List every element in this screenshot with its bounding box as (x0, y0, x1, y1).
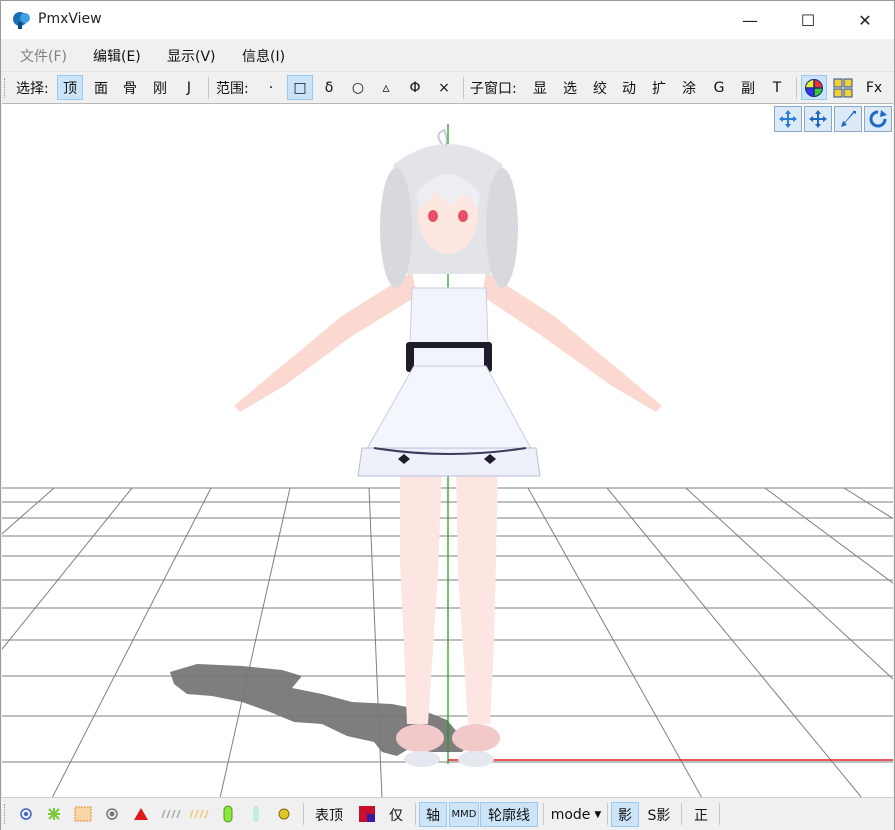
bottom-toolbar-grip[interactable] (4, 804, 7, 824)
select-joint-button[interactable]: J (176, 75, 202, 100)
range-phi-button[interactable]: Φ (402, 75, 428, 100)
menu-info[interactable]: 信息(I) (242, 46, 285, 66)
joint-icon[interactable] (246, 804, 266, 824)
toolbar-grip[interactable] (4, 78, 7, 98)
subwindow-select-button[interactable]: 选 (557, 75, 583, 100)
app-window: PmxView — ☐ ✕ 文件(F) 编辑(E) 显示(V) 信息(I) 选择… (0, 0, 895, 830)
range-clear-button[interactable]: × (431, 75, 457, 100)
toolbar-separator (463, 77, 464, 99)
range-rect-button[interactable]: □ (287, 75, 313, 100)
outline-toggle-button[interactable]: 轮廓线 (480, 802, 538, 827)
subwindow-t-button[interactable]: T (764, 75, 790, 100)
menu-view[interactable]: 显示(V) (167, 46, 216, 66)
range-label: 范围: (216, 81, 249, 97)
select-label: 选择: (16, 81, 49, 97)
rotate-view-icon (869, 110, 887, 128)
range-delta-button[interactable]: δ (316, 75, 342, 100)
select-rigid-button[interactable]: 刚 (147, 75, 173, 100)
subwindow-sub-button[interactable]: 副 (735, 75, 761, 100)
scene-canvas (2, 124, 893, 797)
subwindow-label: 子窗口: (470, 81, 517, 97)
pmxview-logo-icon (13, 12, 30, 29)
range-point-button[interactable]: · (258, 75, 284, 100)
vertex-icon[interactable] (16, 804, 36, 824)
main-toolbar: 选择: 顶 面 骨 刚 J 范围: · □ δ ○ ▵ Φ × 子窗口: 显 选… (1, 71, 894, 103)
mesh-icon[interactable] (44, 804, 64, 824)
triangle-icon[interactable] (131, 804, 151, 824)
pan-view-button[interactable] (804, 106, 832, 132)
bottom-separator (303, 803, 304, 825)
bone-icon[interactable] (102, 804, 122, 824)
zoom-view-icon (841, 111, 856, 127)
range-circle-button[interactable]: ○ (345, 75, 371, 100)
dropdown-arrow-icon: ▼ (594, 809, 602, 820)
move-view-icon (779, 110, 797, 128)
select-vertex-button[interactable]: 顶 (57, 75, 83, 100)
subwindow-motion-button[interactable]: 动 (616, 75, 642, 100)
color-wheel-icon (805, 78, 823, 97)
menu-file[interactable]: 文件(F) (20, 46, 67, 66)
subwindow-paint-button[interactable]: 涂 (676, 75, 702, 100)
morph-vertex-button[interactable]: 表顶 (311, 802, 347, 827)
select-face-button[interactable]: 面 (88, 75, 114, 100)
subwindow-display-button[interactable]: 显 (527, 75, 553, 100)
menu-bar: 文件(F) 编辑(E) 显示(V) 信息(I) (1, 39, 894, 71)
toolbar-separator (796, 77, 797, 99)
close-button[interactable]: ✕ (836, 1, 894, 39)
maximize-button[interactable]: ☐ (779, 1, 837, 39)
rigid-icon[interactable] (218, 804, 238, 824)
bottom-toolbar: 表顶 仅 轴 MMD 轮廓线 mode ▼ 影 S影 正 (1, 797, 894, 830)
texture-icon[interactable] (73, 804, 93, 824)
bottom-separator (543, 803, 544, 825)
color-wheel-button[interactable] (801, 75, 827, 100)
morph-icon[interactable] (189, 804, 209, 824)
title-bar: PmxView — ☐ ✕ (1, 1, 894, 39)
menu-edit[interactable]: 编辑(E) (93, 46, 141, 66)
subwindow-twist-button[interactable]: 绞 (587, 75, 613, 100)
3d-viewport[interactable] (2, 103, 893, 797)
grid-layout-icon (833, 78, 853, 97)
mode-label: mode (550, 806, 591, 823)
bottom-separator (681, 803, 682, 825)
move-view-button[interactable] (774, 106, 802, 132)
self-shadow-toggle-button[interactable]: S影 (643, 802, 675, 827)
toolbar-separator (208, 77, 209, 99)
bottom-separator (607, 803, 608, 825)
physics-icon[interactable] (274, 804, 294, 824)
shadow-toggle-button[interactable]: 影 (611, 802, 639, 827)
pan-view-icon (809, 110, 827, 128)
select-bone-button[interactable]: 骨 (117, 75, 143, 100)
subwindow-expand-button[interactable]: 扩 (646, 75, 672, 100)
material-color-icon[interactable] (357, 804, 377, 824)
close-icon: ✕ (858, 10, 872, 30)
front-view-button[interactable]: 正 (687, 802, 715, 827)
axis-toggle-button[interactable]: 轴 (419, 802, 447, 827)
mode-dropdown[interactable]: mode ▼ (547, 802, 605, 827)
subwindow-g-button[interactable]: G (706, 75, 732, 100)
bottom-separator (415, 803, 416, 825)
minimize-icon: — (742, 10, 758, 30)
mmd-toggle-button[interactable]: MMD (449, 802, 479, 827)
window-title: PmxView (38, 11, 102, 27)
layout-grid-button[interactable] (830, 75, 856, 100)
fx-button[interactable]: Fx (860, 75, 888, 100)
minimize-button[interactable]: — (721, 1, 779, 39)
weight-icon[interactable] (161, 804, 181, 824)
range-triangle-button[interactable]: ▵ (373, 75, 399, 100)
maximize-icon: ☐ (800, 10, 816, 30)
bottom-separator (719, 803, 720, 825)
only-button[interactable]: 仅 (383, 802, 409, 827)
zoom-view-button[interactable] (834, 106, 862, 132)
rotate-view-button[interactable] (864, 106, 892, 132)
